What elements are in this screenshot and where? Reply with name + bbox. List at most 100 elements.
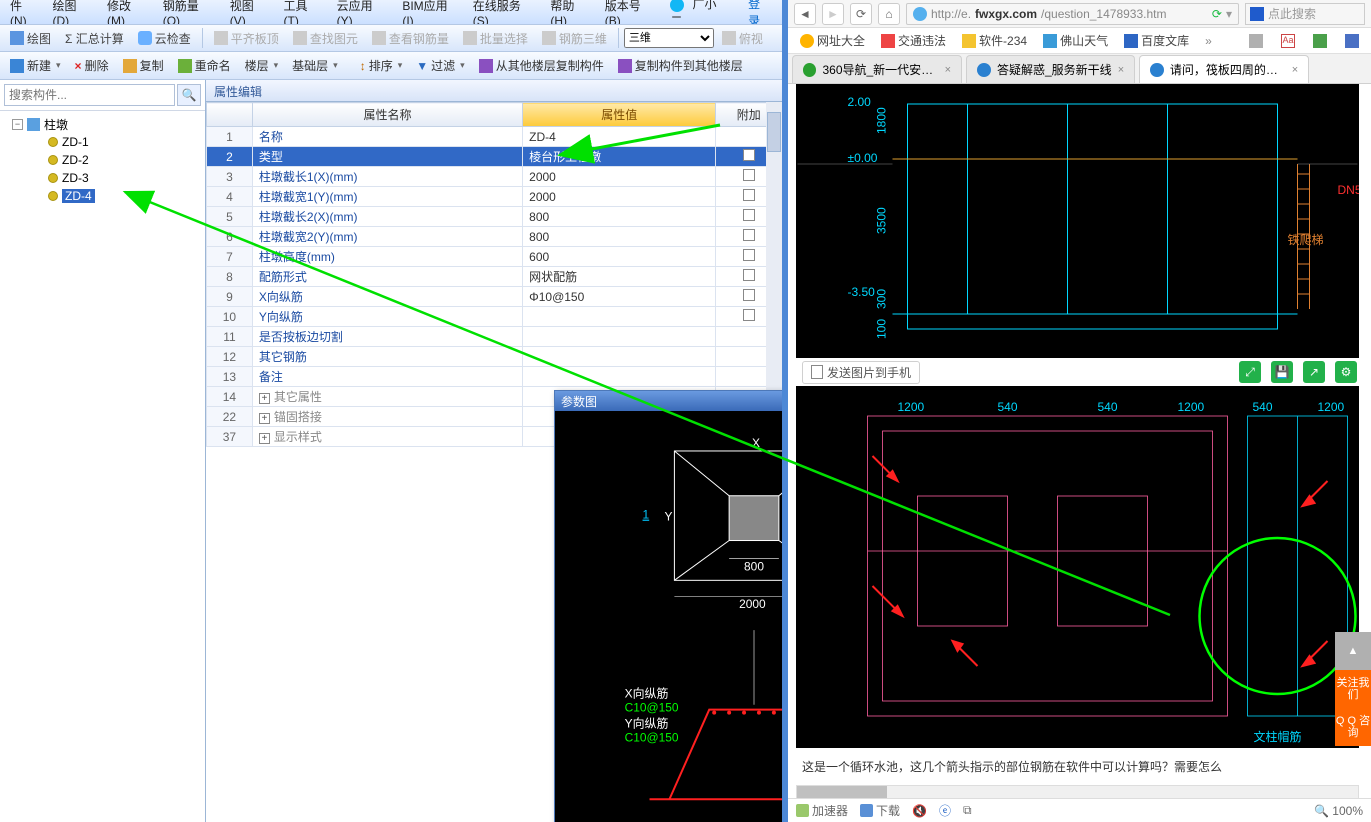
copy-from-floor-button[interactable]: 从其他楼层复制构件 bbox=[473, 55, 610, 76]
cloud-check-button[interactable]: 云检查 bbox=[132, 28, 197, 49]
browser-tab-1[interactable]: 答疑解惑_服务新干线× bbox=[966, 55, 1135, 83]
search-input[interactable] bbox=[4, 84, 175, 106]
send-to-phone-button[interactable]: 发送图片到手机 bbox=[802, 361, 920, 384]
prop-row-9[interactable]: 9X向纵筋Φ10@150 bbox=[207, 287, 782, 307]
filter-button[interactable]: ▼过滤 bbox=[410, 55, 470, 76]
bookmark-software[interactable]: 软件-234 bbox=[956, 30, 1033, 51]
prop-value[interactable]: 800 bbox=[523, 227, 716, 247]
status-zoom[interactable]: 🔍 100% bbox=[1314, 804, 1363, 818]
prop-value[interactable]: 棱台形上柱墩 bbox=[523, 147, 716, 167]
rename-button[interactable]: 重命名 bbox=[172, 55, 237, 76]
prop-value[interactable]: Φ10@150 bbox=[523, 287, 716, 307]
prop-value[interactable] bbox=[523, 347, 716, 367]
tree-root[interactable]: − 柱墩 bbox=[4, 115, 201, 133]
scroll-thumb[interactable] bbox=[767, 112, 781, 152]
view-rebar-button[interactable]: 查看钢筋量 bbox=[366, 28, 455, 49]
sum-button[interactable]: Σ 汇总计算 bbox=[59, 28, 130, 49]
prop-row-8[interactable]: 8配筋形式网状配筋 bbox=[207, 267, 782, 287]
save-image-button[interactable]: 💾 bbox=[1271, 361, 1293, 383]
copy-to-floor-button[interactable]: 复制构件到其他楼层 bbox=[612, 55, 749, 76]
tree-leaf-ZD-1[interactable]: ZD-1 bbox=[4, 133, 201, 151]
status-ie[interactable]: ⓔ bbox=[939, 802, 951, 819]
batch-select-button[interactable]: 批量选择 bbox=[457, 28, 534, 49]
find-element-button[interactable]: 查找图元 bbox=[287, 28, 364, 49]
status-download[interactable]: 下载 bbox=[860, 802, 900, 819]
tree-leaf-ZD-2[interactable]: ZD-2 bbox=[4, 151, 201, 169]
floor-button[interactable]: 楼层 bbox=[239, 55, 285, 76]
prop-row-13[interactable]: 13备注 bbox=[207, 367, 782, 387]
bookmark-sites[interactable]: 网址大全 bbox=[794, 30, 871, 51]
prop-row-1[interactable]: 1名称ZD-4 bbox=[207, 127, 782, 147]
prop-row-10[interactable]: 10Y向纵筋 bbox=[207, 307, 782, 327]
settings-button[interactable]: ⚙ bbox=[1335, 361, 1357, 383]
prop-value[interactable]: 2000 bbox=[523, 167, 716, 187]
checkbox[interactable] bbox=[743, 149, 755, 161]
param-diagram-title[interactable]: 参数图 bbox=[555, 391, 782, 411]
ext-3[interactable] bbox=[1307, 32, 1333, 50]
prop-row-4[interactable]: 4柱墩截宽1(Y)(mm)2000 bbox=[207, 187, 782, 207]
refresh-icon[interactable]: ⟳ bbox=[1212, 7, 1222, 21]
expand-icon[interactable]: + bbox=[259, 413, 270, 424]
view-mode[interactable]: 俯视 bbox=[716, 28, 769, 49]
horizontal-scrollbar[interactable] bbox=[796, 785, 1359, 798]
prop-row-12[interactable]: 12其它钢筋 bbox=[207, 347, 782, 367]
home-button[interactable]: ⌂ bbox=[878, 3, 900, 25]
forward-button[interactable]: ► bbox=[822, 3, 844, 25]
prop-value[interactable]: 网状配筋 bbox=[523, 267, 716, 287]
sort-button[interactable]: ↕排序 bbox=[354, 55, 409, 76]
back-to-top-button[interactable]: ▲ bbox=[1335, 632, 1371, 670]
prop-value[interactable]: 800 bbox=[523, 207, 716, 227]
prop-row-7[interactable]: 7柱墩高度(mm)600 bbox=[207, 247, 782, 267]
prop-row-11[interactable]: 11是否按板边切割 bbox=[207, 327, 782, 347]
copy-button[interactable]: 复制 bbox=[117, 55, 170, 76]
browser-tab-0[interactable]: 360导航_新一代安全...× bbox=[792, 55, 962, 83]
ext-4[interactable] bbox=[1339, 32, 1365, 50]
checkbox[interactable] bbox=[743, 269, 755, 281]
search-go-button[interactable]: 🔍 bbox=[177, 84, 201, 106]
close-tab-icon[interactable]: × bbox=[945, 64, 951, 76]
foundation-button[interactable]: 基础层 bbox=[286, 55, 344, 76]
component-tree[interactable]: − 柱墩 ZD-1ZD-2ZD-3ZD-4 bbox=[0, 111, 205, 209]
fullscreen-button[interactable]: ⤢ bbox=[1239, 361, 1261, 383]
prop-value[interactable] bbox=[523, 367, 716, 387]
bookmark-traffic[interactable]: 交通违法 bbox=[875, 30, 952, 51]
qq-consult-button[interactable]: Q Q 咨询 bbox=[1335, 708, 1371, 746]
bookmark-weather[interactable]: 佛山天气 bbox=[1037, 30, 1114, 51]
delete-button[interactable]: ×删除 bbox=[69, 55, 115, 76]
status-mute[interactable]: 🔇 bbox=[912, 804, 927, 818]
checkbox[interactable] bbox=[743, 249, 755, 261]
close-tab-icon[interactable]: × bbox=[1292, 64, 1298, 76]
expand-icon[interactable]: + bbox=[259, 393, 270, 404]
prop-row-2[interactable]: 2类型棱台形上柱墩 bbox=[207, 147, 782, 167]
share-button[interactable]: ↗ bbox=[1303, 361, 1325, 383]
prop-row-5[interactable]: 5柱墩截长2(X)(mm)800 bbox=[207, 207, 782, 227]
prop-value[interactable]: ZD-4 bbox=[523, 127, 716, 147]
bookmark-more[interactable]: » bbox=[1199, 32, 1218, 50]
checkbox[interactable] bbox=[743, 289, 755, 301]
floor-select[interactable]: 三维 bbox=[624, 28, 714, 48]
checkbox[interactable] bbox=[743, 169, 755, 181]
dropdown-icon[interactable]: ▾ bbox=[1226, 7, 1232, 21]
checkbox[interactable] bbox=[743, 189, 755, 201]
reload-button[interactable]: ⟳ bbox=[850, 3, 872, 25]
hscroll-thumb[interactable] bbox=[797, 786, 887, 798]
bookmark-wenku[interactable]: 百度文库 bbox=[1118, 30, 1195, 51]
ext-1[interactable] bbox=[1243, 32, 1269, 50]
checkbox[interactable] bbox=[743, 209, 755, 221]
prop-value[interactable] bbox=[523, 327, 716, 347]
browser-tab-2[interactable]: 请问，筏板四周的边...× bbox=[1139, 55, 1309, 83]
expand-icon[interactable]: + bbox=[259, 433, 270, 444]
status-tab[interactable]: ⧉ bbox=[963, 803, 972, 818]
checkbox[interactable] bbox=[743, 309, 755, 321]
follow-us-button[interactable]: 关注我们 bbox=[1335, 670, 1371, 708]
new-button[interactable]: 新建 bbox=[4, 55, 67, 76]
status-accel[interactable]: 加速器 bbox=[796, 802, 848, 819]
prop-row-3[interactable]: 3柱墩截长1(X)(mm)2000 bbox=[207, 167, 782, 187]
collapse-icon[interactable]: − bbox=[12, 119, 23, 130]
checkbox[interactable] bbox=[743, 229, 755, 241]
ext-2[interactable]: Aa bbox=[1275, 32, 1301, 50]
prop-value[interactable] bbox=[523, 307, 716, 327]
browser-search[interactable]: 点此搜索 bbox=[1245, 3, 1365, 25]
address-bar[interactable]: http://e.fwxgx.com/question_1478933.htm … bbox=[906, 3, 1239, 25]
flush-slab-button[interactable]: 平齐板顶 bbox=[208, 28, 285, 49]
